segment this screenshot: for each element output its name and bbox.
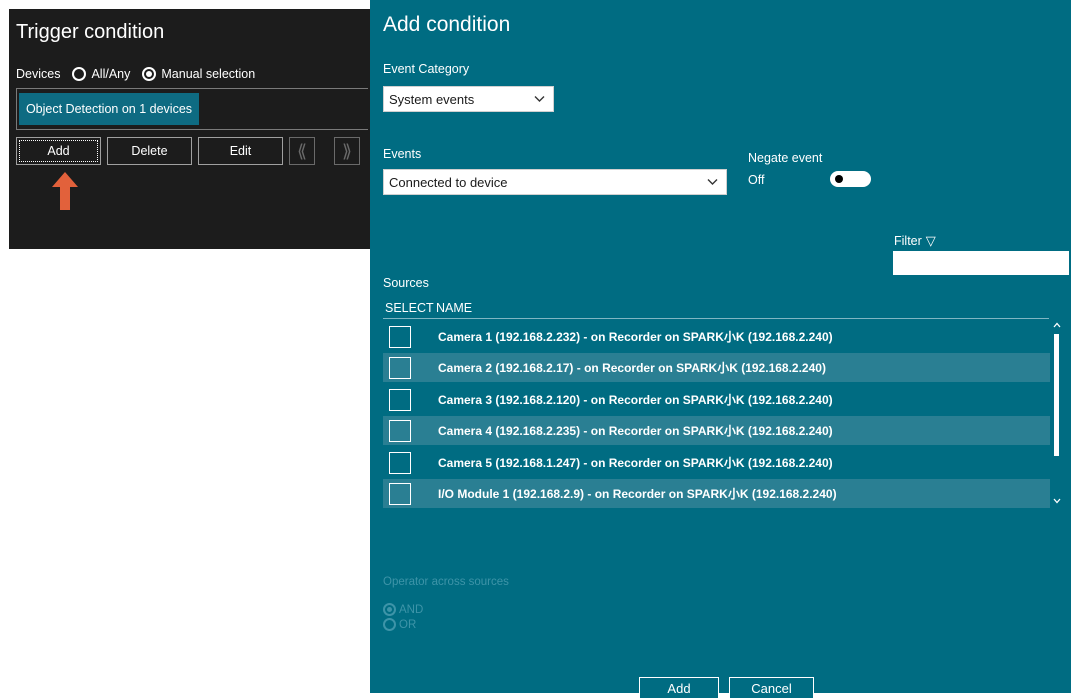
- trigger-condition-title: Trigger condition: [16, 21, 165, 43]
- source-row[interactable]: I/O Module 1 (192.168.2.9) - on Recorder…: [383, 479, 1050, 508]
- source-name: Camera 1 (192.168.2.232) - on Recorder o…: [438, 330, 833, 344]
- source-checkbox[interactable]: [389, 356, 411, 379]
- radio-manual-selection-label: Manual selection: [161, 67, 256, 81]
- radio-and[interactable]: AND: [383, 603, 423, 616]
- radio-manual-selection[interactable]: Manual selection: [142, 67, 255, 81]
- negate-state-label: Off: [748, 173, 765, 187]
- chevron-down-icon: [707, 179, 718, 185]
- delete-button[interactable]: Delete: [107, 137, 192, 165]
- dialog-add-button[interactable]: Add: [639, 677, 719, 699]
- header-divider: [383, 318, 1049, 319]
- source-name: Camera 4 (192.168.2.235) - on Recorder o…: [438, 424, 833, 438]
- object-detection-chip[interactable]: Object Detection on 1 devices: [19, 93, 199, 125]
- previous-arrow-button[interactable]: ⟪: [289, 137, 315, 165]
- source-checkbox[interactable]: [389, 325, 411, 348]
- source-checkbox[interactable]: [389, 482, 411, 505]
- dialog-cancel-button[interactable]: Cancel: [729, 677, 814, 699]
- source-name: Camera 3 (192.168.2.120) - on Recorder o…: [438, 393, 833, 407]
- source-checkbox[interactable]: [389, 451, 411, 474]
- source-row[interactable]: Camera 1 (192.168.2.232) - on Recorder o…: [383, 322, 1050, 351]
- scroll-up-icon[interactable]: [1053, 322, 1061, 328]
- operator-label: Operator across sources: [383, 576, 509, 588]
- negate-event-toggle[interactable]: [830, 171, 871, 187]
- filter-label: Filter: [894, 234, 922, 248]
- source-name: I/O Module 1 (192.168.2.9) - on Recorder…: [438, 487, 837, 501]
- radio-all-any[interactable]: All/Any: [72, 67, 130, 81]
- scrollbar-thumb[interactable]: [1054, 334, 1059, 456]
- radio-all-any-circle[interactable]: [72, 67, 87, 81]
- radio-and-circle[interactable]: [383, 603, 396, 616]
- radio-or-label: OR: [399, 618, 417, 631]
- scroll-down-icon[interactable]: [1053, 498, 1061, 504]
- radio-or-circle[interactable]: [383, 618, 396, 631]
- event-category-select[interactable]: System events: [383, 86, 554, 112]
- trigger-condition-panel: Trigger condition Devices All/Any Manual…: [9, 9, 370, 249]
- filter-label-row: Filter ▽: [894, 233, 936, 249]
- radio-or[interactable]: OR: [383, 618, 416, 631]
- source-row[interactable]: Camera 3 (192.168.2.120) - on Recorder o…: [383, 385, 1050, 414]
- negate-event-label: Negate event: [748, 151, 823, 165]
- source-row[interactable]: Camera 5 (192.168.1.247) - on Recorder o…: [383, 448, 1050, 477]
- source-row[interactable]: Camera 4 (192.168.2.235) - on Recorder o…: [383, 416, 1050, 445]
- column-select-header[interactable]: SELECT: [385, 301, 434, 315]
- dialog-title: Add condition: [383, 13, 511, 36]
- source-name: Camera 5 (192.168.1.247) - on Recorder o…: [438, 456, 833, 470]
- radio-all-any-label: All/Any: [91, 67, 131, 81]
- next-arrow-button[interactable]: ⟫: [334, 137, 360, 165]
- edit-button[interactable]: Edit: [198, 137, 283, 165]
- source-row[interactable]: Camera 2 (192.168.2.17) - on Recorder on…: [383, 353, 1050, 382]
- source-name: Camera 2 (192.168.2.17) - on Recorder on…: [438, 361, 826, 375]
- source-checkbox[interactable]: [389, 388, 411, 411]
- events-value: Connected to device: [389, 174, 508, 190]
- source-checkbox[interactable]: [389, 419, 411, 442]
- event-category-label: Event Category: [383, 62, 470, 76]
- event-category-value: System events: [389, 91, 475, 107]
- devices-label: Devices: [16, 67, 61, 81]
- devices-row: Devices All/Any Manual selection: [16, 67, 255, 81]
- column-name-header[interactable]: NAME: [436, 301, 472, 315]
- chevron-down-icon: [534, 96, 545, 102]
- radio-manual-selection-circle[interactable]: [142, 67, 157, 81]
- add-condition-dialog: Add condition Event Category System even…: [370, 0, 1071, 699]
- add-button[interactable]: Add: [16, 137, 101, 165]
- radio-and-label: AND: [399, 603, 424, 616]
- events-label: Events: [383, 147, 422, 161]
- sources-label: Sources: [383, 276, 429, 290]
- filter-input[interactable]: [893, 251, 1069, 275]
- events-select[interactable]: Connected to device: [383, 169, 727, 195]
- arrow-up-icon: [52, 172, 78, 210]
- filter-icon[interactable]: ▽: [926, 233, 936, 249]
